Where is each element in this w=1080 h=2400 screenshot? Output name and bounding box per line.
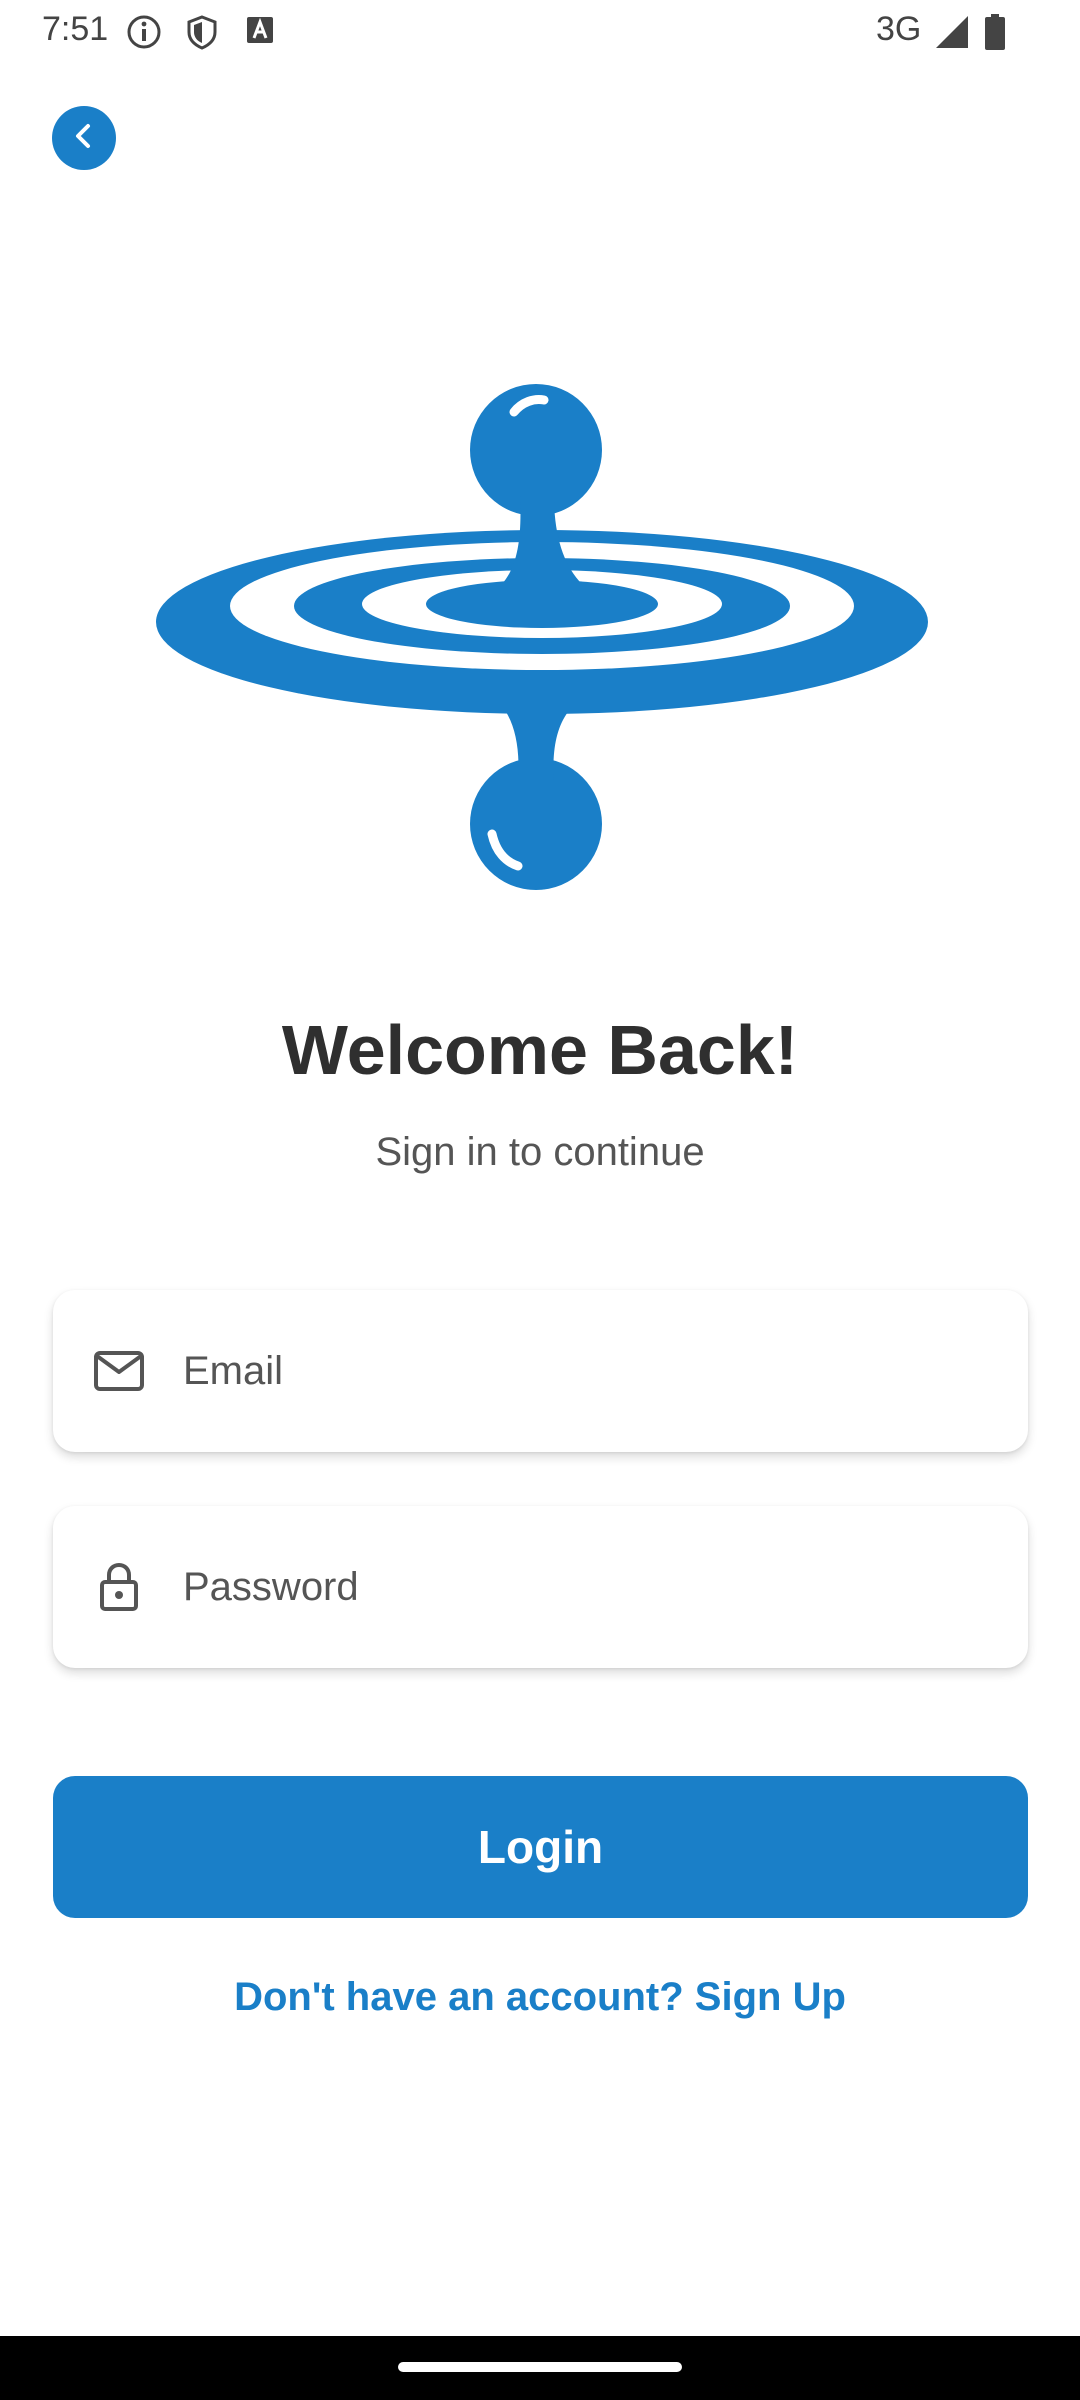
status-time: 7:51 (42, 10, 109, 48)
password-field[interactable] (53, 1506, 1028, 1668)
email-input[interactable] (181, 1290, 998, 1452)
chevron-left-icon (66, 118, 102, 159)
password-input[interactable] (181, 1506, 998, 1668)
water-drop-ripple-logo (150, 376, 930, 896)
mail-icon (91, 1343, 147, 1399)
page-subtitle: Sign in to continue (375, 1130, 705, 1174)
shield-icon (184, 14, 220, 55)
signup-link[interactable]: Don't have an account? Sign Up (0, 1975, 1080, 2020)
login-button[interactable]: Login (53, 1776, 1028, 1918)
email-field[interactable] (53, 1290, 1028, 1452)
info-icon (126, 14, 162, 55)
login-screen: 7:51 3G Welcome Back! Sign in to continu… (0, 0, 1080, 2400)
network-type: 3G (876, 10, 922, 48)
status-bar: 7:51 3G (0, 0, 1080, 62)
back-button[interactable] (52, 106, 116, 170)
keyboard-icon (244, 14, 276, 51)
battery-icon (984, 14, 1006, 55)
home-gesture-handle[interactable] (398, 2362, 682, 2372)
lock-icon (91, 1559, 147, 1615)
page-title: Welcome Back! (281, 1011, 799, 1089)
signal-icon (934, 14, 970, 55)
